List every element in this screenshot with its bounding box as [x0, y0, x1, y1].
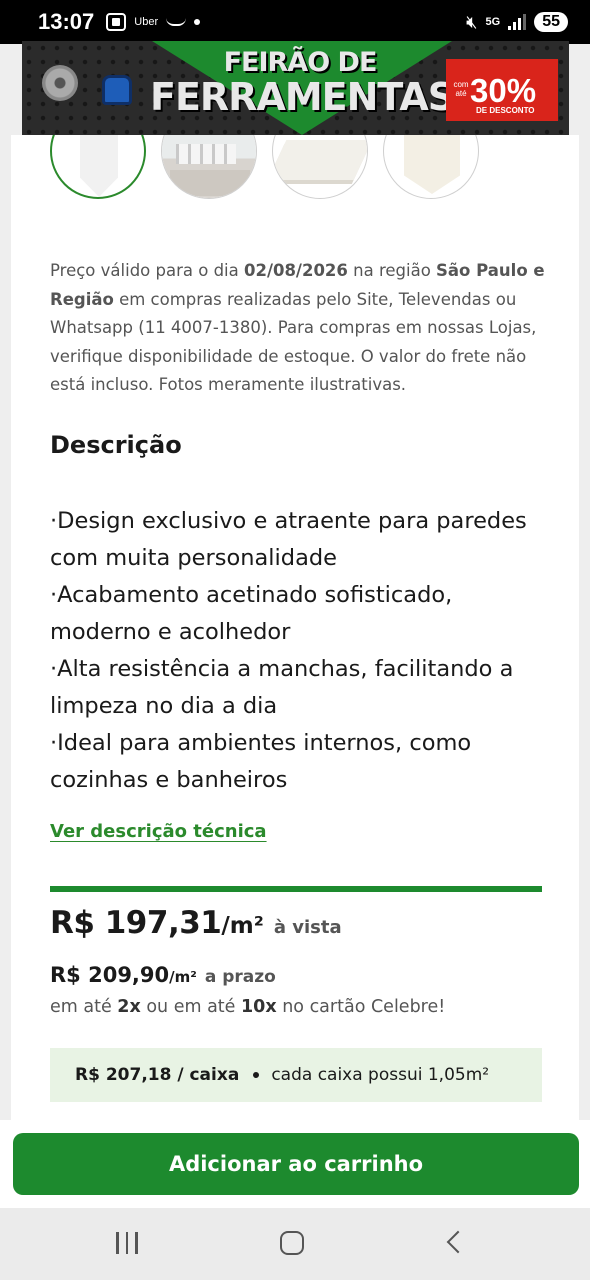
term-price: R$ 209,90 /m² a prazo — [50, 963, 276, 987]
term-price-unit: /m² — [169, 968, 197, 986]
description-list: ·Design exclusivo e atraente para parede… — [50, 503, 550, 799]
promo-banner[interactable]: FEIRÃO DE FERRAMENTAS com até 30% DE DES… — [22, 41, 569, 135]
description-item: ·Design exclusivo e atraente para parede… — [50, 508, 527, 571]
cash-price: R$ 197,31 /m² à vista — [50, 905, 342, 941]
box-coverage: cada caixa possui 1,05m² — [271, 1065, 490, 1085]
description-item: ·Acabamento acetinado sofisticado, moder… — [50, 582, 453, 645]
installments-text-1: em até — [50, 997, 118, 1017]
promo-discount-label: DE DESCONTO — [476, 106, 535, 115]
installments-info: em até 2x ou em até 10x no cartão Celebr… — [50, 997, 445, 1017]
system-nav-bar — [0, 1208, 590, 1280]
saw-blade-icon — [42, 65, 78, 101]
battery-icon: 55 — [534, 12, 568, 32]
promo-title-line1: FEIRÃO DE — [223, 47, 378, 78]
price-note-text-1: Preço válido para o dia — [50, 261, 244, 280]
product-thumbnails — [50, 135, 490, 203]
bullet-dot-icon — [253, 1072, 260, 1078]
price-validity-note: Preço válido para o dia 02/08/2026 na re… — [50, 257, 550, 400]
cash-price-unit: /m² — [221, 913, 264, 939]
price-note-date: 02/08/2026 — [243, 261, 348, 280]
thumbnail-4[interactable] — [383, 135, 479, 199]
power-tool-icon — [102, 75, 132, 105]
notification-icons: Uber — [106, 13, 201, 31]
hexagon-tile-image — [80, 135, 118, 197]
recent-apps-icon[interactable] — [116, 1232, 138, 1254]
system-icons: 🔇︎ 5G 55 — [466, 12, 568, 33]
thumbnail-2[interactable] — [161, 135, 257, 199]
description-item: ·Ideal para ambientes internos, como coz… — [50, 730, 472, 793]
promo-title-line2: FERRAMENTAS — [150, 75, 455, 119]
more-notifications-icon — [194, 19, 201, 25]
cash-price-value: R$ 197,31 — [50, 905, 222, 941]
product-details: Preço válido para o dia 02/08/2026 na re… — [11, 135, 579, 1120]
installments-10x: 10x — [240, 997, 277, 1017]
cash-price-label: à vista — [273, 917, 342, 938]
price-divider — [50, 886, 542, 892]
kitchen-image — [162, 135, 256, 198]
promo-discount-value: 30% — [470, 71, 537, 109]
installments-text-3: no cartão Celebre! — [276, 997, 446, 1017]
installments-2x: 2x — [117, 997, 141, 1017]
box-price-info: R$ 207,18 / caixa cada caixa possui 1,05… — [50, 1048, 542, 1102]
price-note-text-3: em compras realizadas pelo Site, Televen… — [50, 289, 537, 395]
promo-discount-badge: com até 30% DE DESCONTO — [446, 59, 558, 121]
description-title: Descrição — [50, 431, 182, 459]
term-price-value: R$ 209,90 — [50, 963, 170, 987]
box-price: R$ 207,18 / caixa — [75, 1065, 240, 1085]
technical-description-link[interactable]: Ver descrição técnica — [50, 821, 267, 842]
description-item: ·Alta resistência a manchas, facilitando… — [50, 656, 514, 719]
promo-title: FEIRÃO DE FERRAMENTAS — [150, 47, 455, 119]
cart-footer: Adicionar ao carrinho — [0, 1120, 590, 1208]
network-type-icon: 5G — [485, 15, 501, 28]
back-icon[interactable] — [446, 1230, 470, 1254]
amazon-notification-icon — [166, 18, 187, 26]
status-bar: 13:07 Uber 🔇︎ 5G 55 — [0, 0, 590, 44]
uber-notification-icon: Uber — [134, 16, 159, 28]
status-time: 13:07 — [38, 9, 95, 34]
cream-tile-image — [404, 135, 460, 194]
add-to-cart-button[interactable]: Adicionar ao carrinho — [13, 1133, 579, 1195]
tile-slab-image — [273, 140, 367, 180]
thumbnail-3[interactable] — [272, 135, 368, 199]
screenshot-icon — [106, 13, 127, 31]
promo-discount-prefix: com até — [453, 80, 469, 98]
mute-icon: 🔇︎ — [466, 11, 478, 33]
home-icon[interactable] — [280, 1231, 304, 1255]
signal-icon — [508, 14, 527, 30]
term-price-label: a prazo — [204, 967, 276, 987]
price-note-text-2: na região — [347, 261, 437, 280]
thumbnail-1[interactable] — [50, 135, 146, 199]
installments-text-2: ou em até — [140, 997, 241, 1017]
